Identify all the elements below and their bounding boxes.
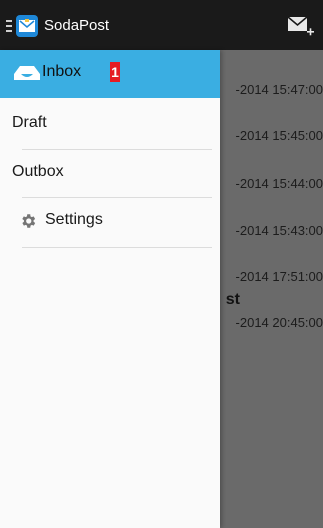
inbox-tray-icon: [14, 66, 40, 80]
drawer-item-label: Inbox: [42, 63, 82, 80]
drawer-item-inbox[interactable]: Inbox 1: [0, 50, 220, 98]
drawer-item-label: Outbox: [12, 163, 64, 180]
drawer-item-draft[interactable]: Draft: [0, 101, 220, 149]
drawer-item-outbox[interactable]: Outbox: [0, 150, 220, 198]
drawer-item-settings[interactable]: Settings: [0, 198, 220, 246]
gear-icon: [22, 214, 36, 228]
compose-button[interactable]: [287, 14, 315, 40]
drawer-indicator-icon[interactable]: [6, 20, 12, 32]
app-logo-icon[interactable]: [16, 15, 38, 37]
unread-count-badge: 1: [110, 62, 120, 82]
compose-mail-icon: [287, 16, 314, 36]
divider: [22, 247, 212, 248]
app-title: SodaPost: [44, 17, 110, 34]
action-bar: SodaPost: [0, 0, 323, 51]
drawer-item-label: Draft: [12, 114, 47, 131]
drawer-item-label: Settings: [45, 211, 103, 228]
navigation-drawer: Inbox 1 Draft Outbox Settings: [0, 50, 220, 528]
